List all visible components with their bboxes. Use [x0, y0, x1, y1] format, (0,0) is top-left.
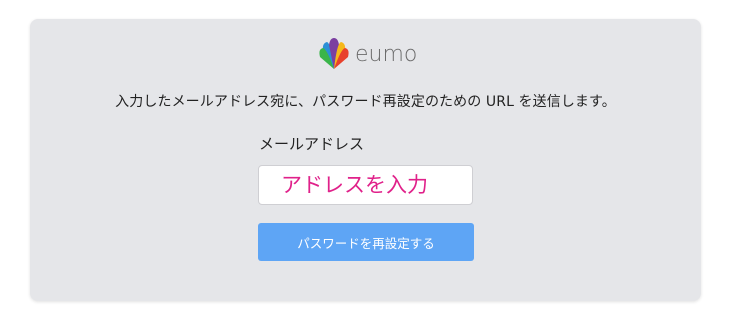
password-reset-card: eumo 入力したメールアドレス宛に、パスワード再設定のための URL を送信し… — [30, 19, 701, 301]
instruction-text: 入力したメールアドレス宛に、パスワード再設定のための URL を送信します。 — [115, 94, 616, 110]
peacock-feather-logo-icon — [319, 38, 349, 69]
brand-logo: eumo — [317, 37, 417, 71]
email-label: メールアドレス — [259, 135, 365, 153]
email-input[interactable] — [258, 165, 473, 205]
reset-password-button[interactable]: パスワードを再設定する — [258, 223, 474, 261]
brand-wordmark: eumo — [355, 42, 418, 67]
